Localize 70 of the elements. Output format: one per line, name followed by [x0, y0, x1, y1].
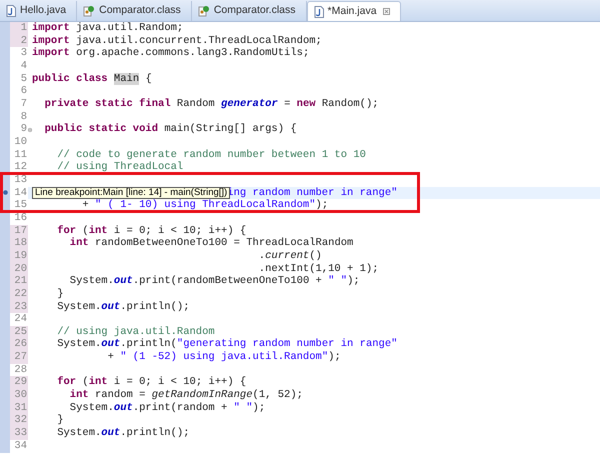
- line-number: 5: [20, 72, 28, 86]
- code-line: import java.util.concurrent.ThreadLocalRandom;: [32, 36, 322, 46]
- code-line: + " ( 1- 10) using ThreadLocalRandom");: [82, 200, 328, 211]
- code-line: public class Main {: [32, 74, 152, 84]
- code-line: int randomBetweenOneTo100 = ThreadLocalRandom: [70, 238, 354, 249]
- line-number: 16: [13, 212, 28, 224]
- line-number: 23: [10, 300, 28, 314]
- editor-tab[interactable]: Comparator.class: [192, 1, 307, 21]
- line-number: 34: [13, 440, 28, 452]
- code-line: // using java.util.Random: [57, 326, 215, 338]
- code-line: }: [57, 288, 64, 300]
- line-number: 3: [20, 47, 28, 60]
- code-line: for (int i = 0; i < 10; i++) {: [57, 377, 246, 388]
- line-number: 7: [20, 98, 28, 111]
- line-number: 2: [10, 34, 28, 48]
- code-line: System.out.println();: [57, 428, 190, 439]
- line-number: 13: [13, 174, 28, 187]
- line-number: 20: [10, 262, 28, 276]
- line-number: 33: [10, 427, 28, 440]
- code-line: public static void main(String[] args) {: [44, 124, 297, 135]
- line-number: 29: [10, 376, 28, 390]
- line-number: 24: [13, 313, 28, 326]
- line-number: 15: [13, 199, 28, 212]
- line-number: 12: [13, 161, 28, 174]
- line-number: 19: [10, 250, 28, 262]
- line-number: 4: [20, 60, 28, 73]
- code-line: .nextInt(1,10 + 1);: [258, 264, 379, 274]
- line-number: 31: [10, 402, 28, 414]
- code-line: System.out.println();: [57, 302, 190, 312]
- editor-tab[interactable]: Hello.java: [0, 1, 78, 21]
- close-icon[interactable]: [382, 8, 390, 15]
- line-number: 32: [10, 414, 28, 427]
- code-line: + " (1 -52) using java.util.Random");: [108, 352, 341, 363]
- line-number: 14: [13, 186, 28, 200]
- code-line: }: [57, 415, 64, 426]
- code-line: System.out.print(randomBetweenOneTo100 + " ");: [70, 276, 360, 287]
- line-number: 8: [20, 110, 28, 124]
- breakpoint-icon[interactable]: [2, 190, 8, 196]
- java-file-icon: [6, 5, 16, 17]
- line-number: 10: [13, 136, 28, 149]
- editor-tab[interactable]: Comparator.class: [77, 1, 192, 21]
- line-number: 11: [13, 148, 28, 162]
- code-line: System.out.println("generating random number in range": [57, 339, 398, 350]
- code-line: for (int i = 0; i < 10; i++) {: [57, 226, 246, 236]
- line-number: 26: [10, 338, 28, 352]
- class-file-icon: [198, 5, 210, 17]
- class-file-icon: [83, 5, 96, 17]
- line-number: 6: [20, 85, 28, 98]
- line-number: 17: [10, 224, 28, 238]
- line-number: 21: [10, 275, 28, 288]
- collapse-icon[interactable]: [28, 126, 32, 133]
- code-line: // using ThreadLocal: [57, 162, 184, 173]
- code-line: import org.apache.commons.lang3.RandomUtils;: [32, 48, 310, 59]
- code-line: int random = getRandomInRange(1, 52);: [70, 390, 303, 401]
- java-file-icon: [314, 6, 324, 18]
- code-line: // code to generate random number between 1 to 10: [57, 150, 366, 160]
- code-line: private static final Random generator = new Random();: [44, 99, 379, 110]
- editor-tab[interactable]: *Main.java: [306, 1, 401, 21]
- code-line: .current(): [258, 250, 322, 262]
- tooltip: Line breakpoint:Main [line: 14] - main(String[]): [32, 186, 230, 199]
- line-number: 25: [10, 326, 28, 338]
- code-line: import java.util.Random;: [32, 23, 184, 34]
- line-number: 28: [13, 364, 28, 376]
- line-number: 18: [10, 237, 28, 250]
- line-number: 9: [20, 123, 28, 136]
- line-number: 27: [10, 351, 28, 364]
- line-number: 30: [10, 389, 28, 402]
- code-line: System.out.print(random + " ");: [70, 402, 266, 414]
- line-number: 1: [10, 22, 28, 35]
- line-number: 22: [10, 288, 28, 300]
